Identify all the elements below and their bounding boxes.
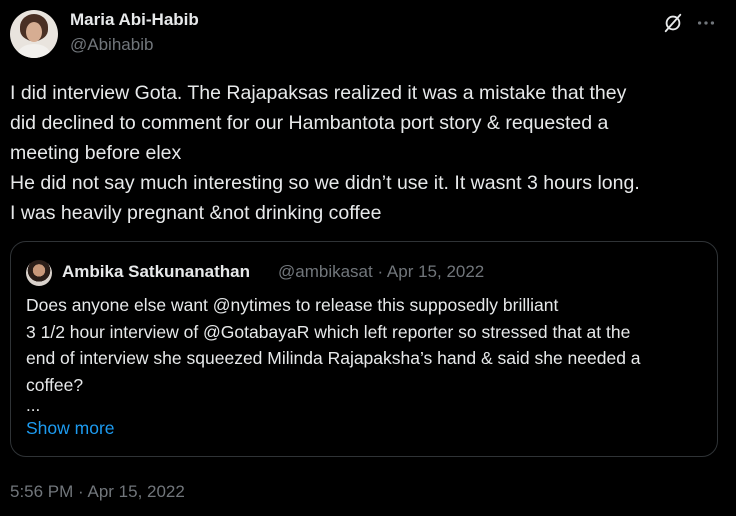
grok-icon[interactable] — [662, 12, 684, 34]
quoted-author-meta: @ambikasat · Apr 15, 2022 — [278, 262, 485, 281]
quoted-author-avatar[interactable] — [26, 260, 52, 286]
quoted-tweet-text: Does anyone else want @nytimes to releas… — [26, 295, 641, 395]
author-handle[interactable]: @Abihabib — [70, 35, 153, 55]
more-dots-icon[interactable] — [695, 12, 717, 34]
show-more-link[interactable]: Show more — [26, 418, 115, 439]
tweet-timestamp[interactable]: 5:56 PM · Apr 15, 2022 — [10, 482, 185, 502]
author-avatar[interactable] — [10, 10, 58, 58]
quoted-tweet[interactable]: Ambika Satkunanathan @ambikasat · Apr 15… — [10, 241, 718, 457]
quoted-author-name[interactable]: Ambika Satkunanathan — [62, 262, 250, 282]
author-name[interactable]: Maria Abi-Habib — [70, 10, 199, 30]
quoted-ellipsis: ... — [26, 396, 41, 415]
tweet-header: Maria Abi-Habib @Abihabib — [10, 8, 726, 60]
tweet-text: I did interview Gota. The Rajapaksas rea… — [10, 82, 640, 224]
